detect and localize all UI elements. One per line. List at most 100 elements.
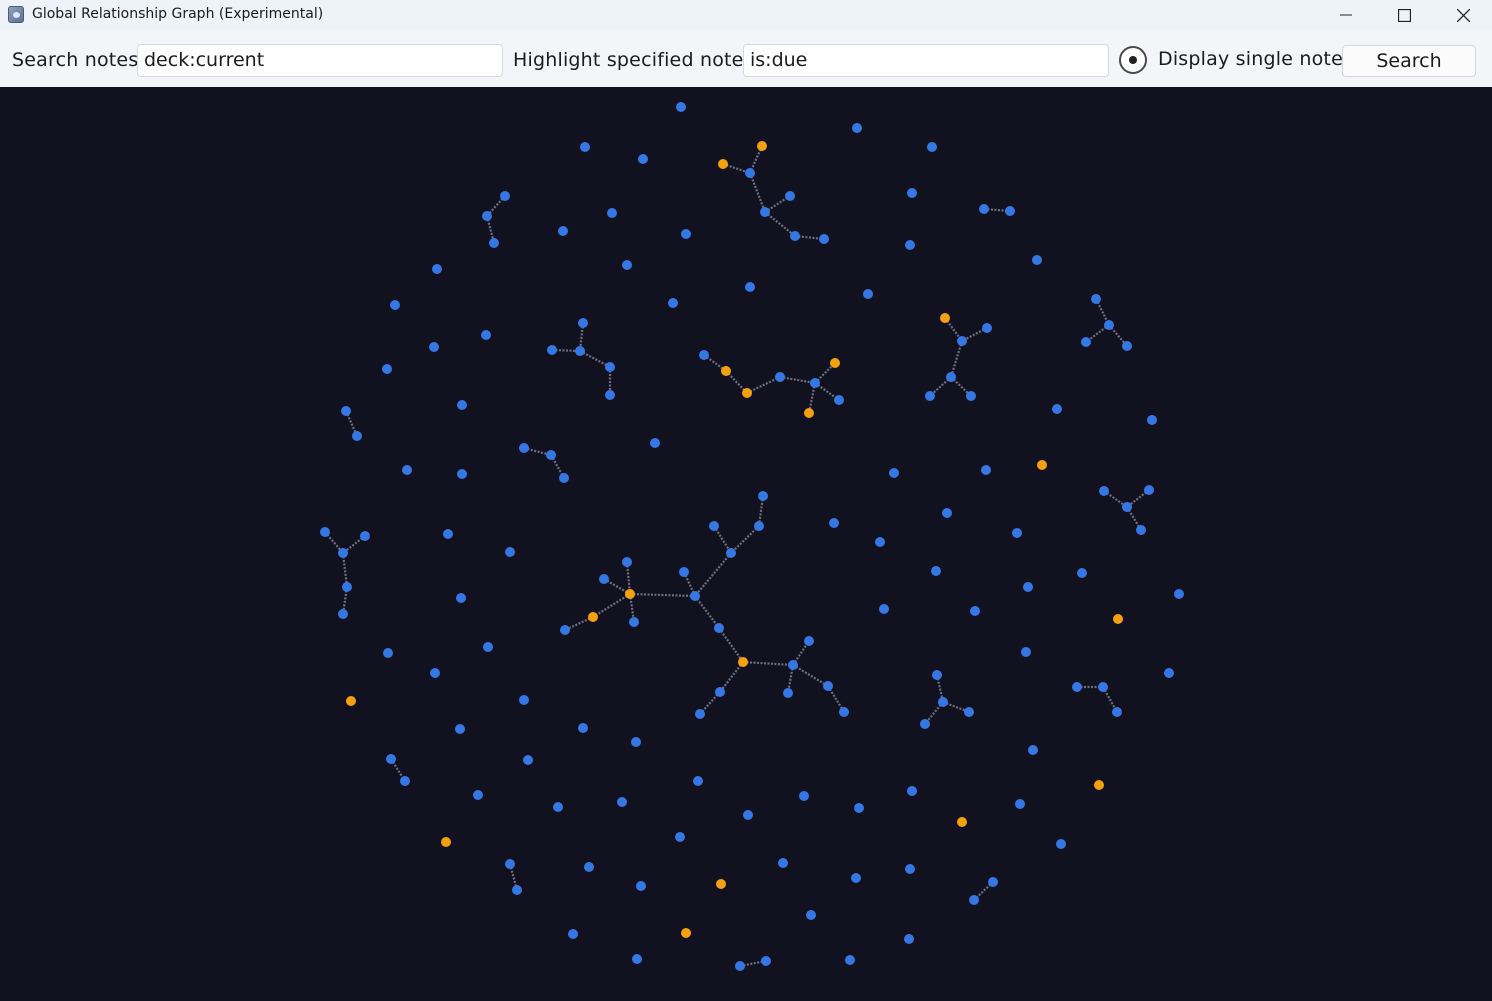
note-node[interactable] xyxy=(823,681,833,691)
note-node[interactable] xyxy=(982,323,992,333)
note-node[interactable] xyxy=(942,508,952,518)
note-node[interactable] xyxy=(605,390,615,400)
note-node[interactable] xyxy=(788,660,798,670)
note-node[interactable] xyxy=(845,955,855,965)
note-node[interactable] xyxy=(599,574,609,584)
note-node[interactable] xyxy=(383,648,393,658)
note-node[interactable] xyxy=(775,372,785,382)
note-node[interactable] xyxy=(430,668,440,678)
note-node[interactable] xyxy=(790,231,800,241)
note-node[interactable] xyxy=(905,864,915,874)
note-node[interactable] xyxy=(879,604,889,614)
note-node[interactable] xyxy=(693,776,703,786)
note-node[interactable] xyxy=(650,438,660,448)
note-node[interactable] xyxy=(979,204,989,214)
note-node[interactable] xyxy=(966,391,976,401)
close-button[interactable] xyxy=(1434,0,1492,30)
search-button[interactable]: Search xyxy=(1342,45,1476,77)
note-node[interactable] xyxy=(988,877,998,887)
highlighted-note-node[interactable] xyxy=(588,612,598,622)
note-node[interactable] xyxy=(1021,647,1031,657)
note-node[interactable] xyxy=(352,431,362,441)
highlighted-note-node[interactable] xyxy=(742,388,752,398)
highlighted-note-node[interactable] xyxy=(1113,614,1123,624)
note-node[interactable] xyxy=(390,300,400,310)
note-node[interactable] xyxy=(981,465,991,475)
note-node[interactable] xyxy=(778,858,788,868)
relationship-graph[interactable] xyxy=(0,87,1492,1001)
note-node[interactable] xyxy=(799,791,809,801)
note-node[interactable] xyxy=(681,229,691,239)
note-node[interactable] xyxy=(1174,589,1184,599)
note-node[interactable] xyxy=(568,929,578,939)
note-node[interactable] xyxy=(457,469,467,479)
highlighted-note-node[interactable] xyxy=(940,313,950,323)
note-node[interactable] xyxy=(907,786,917,796)
note-node[interactable] xyxy=(1072,682,1082,692)
note-node[interactable] xyxy=(1081,337,1091,347)
highlighted-note-node[interactable] xyxy=(830,358,840,368)
note-node[interactable] xyxy=(761,956,771,966)
note-node[interactable] xyxy=(679,567,689,577)
note-node[interactable] xyxy=(851,873,861,883)
note-node[interactable] xyxy=(489,238,499,248)
note-node[interactable] xyxy=(905,240,915,250)
note-node[interactable] xyxy=(726,548,736,558)
note-node[interactable] xyxy=(338,609,348,619)
note-node[interactable] xyxy=(432,264,442,274)
note-node[interactable] xyxy=(505,547,515,557)
highlighted-note-node[interactable] xyxy=(716,879,726,889)
highlighted-note-node[interactable] xyxy=(804,408,814,418)
note-node[interactable] xyxy=(1023,582,1033,592)
note-node[interactable] xyxy=(964,707,974,717)
highlighted-note-node[interactable] xyxy=(441,837,451,847)
note-node[interactable] xyxy=(675,832,685,842)
note-node[interactable] xyxy=(547,345,557,355)
note-node[interactable] xyxy=(932,670,942,680)
note-node[interactable] xyxy=(1144,485,1154,495)
note-node[interactable] xyxy=(455,724,465,734)
note-node[interactable] xyxy=(889,468,899,478)
note-node[interactable] xyxy=(745,168,755,178)
note-node[interactable] xyxy=(810,378,820,388)
note-node[interactable] xyxy=(402,465,412,475)
note-node[interactable] xyxy=(622,557,632,567)
highlighted-note-node[interactable] xyxy=(1037,460,1047,470)
note-node[interactable] xyxy=(1052,404,1062,414)
note-node[interactable] xyxy=(338,548,348,558)
note-node[interactable] xyxy=(341,406,351,416)
note-node[interactable] xyxy=(1099,486,1109,496)
note-node[interactable] xyxy=(578,318,588,328)
note-node[interactable] xyxy=(699,350,709,360)
note-node[interactable] xyxy=(904,934,914,944)
note-node[interactable] xyxy=(1056,839,1066,849)
note-node[interactable] xyxy=(578,723,588,733)
note-node[interactable] xyxy=(483,642,493,652)
note-node[interactable] xyxy=(429,342,439,352)
note-node[interactable] xyxy=(1091,294,1101,304)
note-node[interactable] xyxy=(519,443,529,453)
note-node[interactable] xyxy=(1015,799,1025,809)
note-node[interactable] xyxy=(1028,745,1038,755)
note-node[interactable] xyxy=(668,298,678,308)
note-node[interactable] xyxy=(920,719,930,729)
minimize-button[interactable] xyxy=(1317,0,1375,30)
note-node[interactable] xyxy=(605,362,615,372)
note-node[interactable] xyxy=(320,527,330,537)
highlighted-note-node[interactable] xyxy=(721,366,731,376)
note-node[interactable] xyxy=(482,211,492,221)
note-node[interactable] xyxy=(760,207,770,217)
note-node[interactable] xyxy=(1136,525,1146,535)
note-node[interactable] xyxy=(481,330,491,340)
highlighted-note-node[interactable] xyxy=(346,696,356,706)
note-node[interactable] xyxy=(714,623,724,633)
note-node[interactable] xyxy=(863,289,873,299)
note-node[interactable] xyxy=(715,687,725,697)
note-node[interactable] xyxy=(1112,707,1122,717)
note-node[interactable] xyxy=(512,885,522,895)
maximize-button[interactable] xyxy=(1375,0,1433,30)
note-node[interactable] xyxy=(1164,668,1174,678)
note-node[interactable] xyxy=(443,529,453,539)
note-node[interactable] xyxy=(546,450,556,460)
note-node[interactable] xyxy=(925,391,935,401)
